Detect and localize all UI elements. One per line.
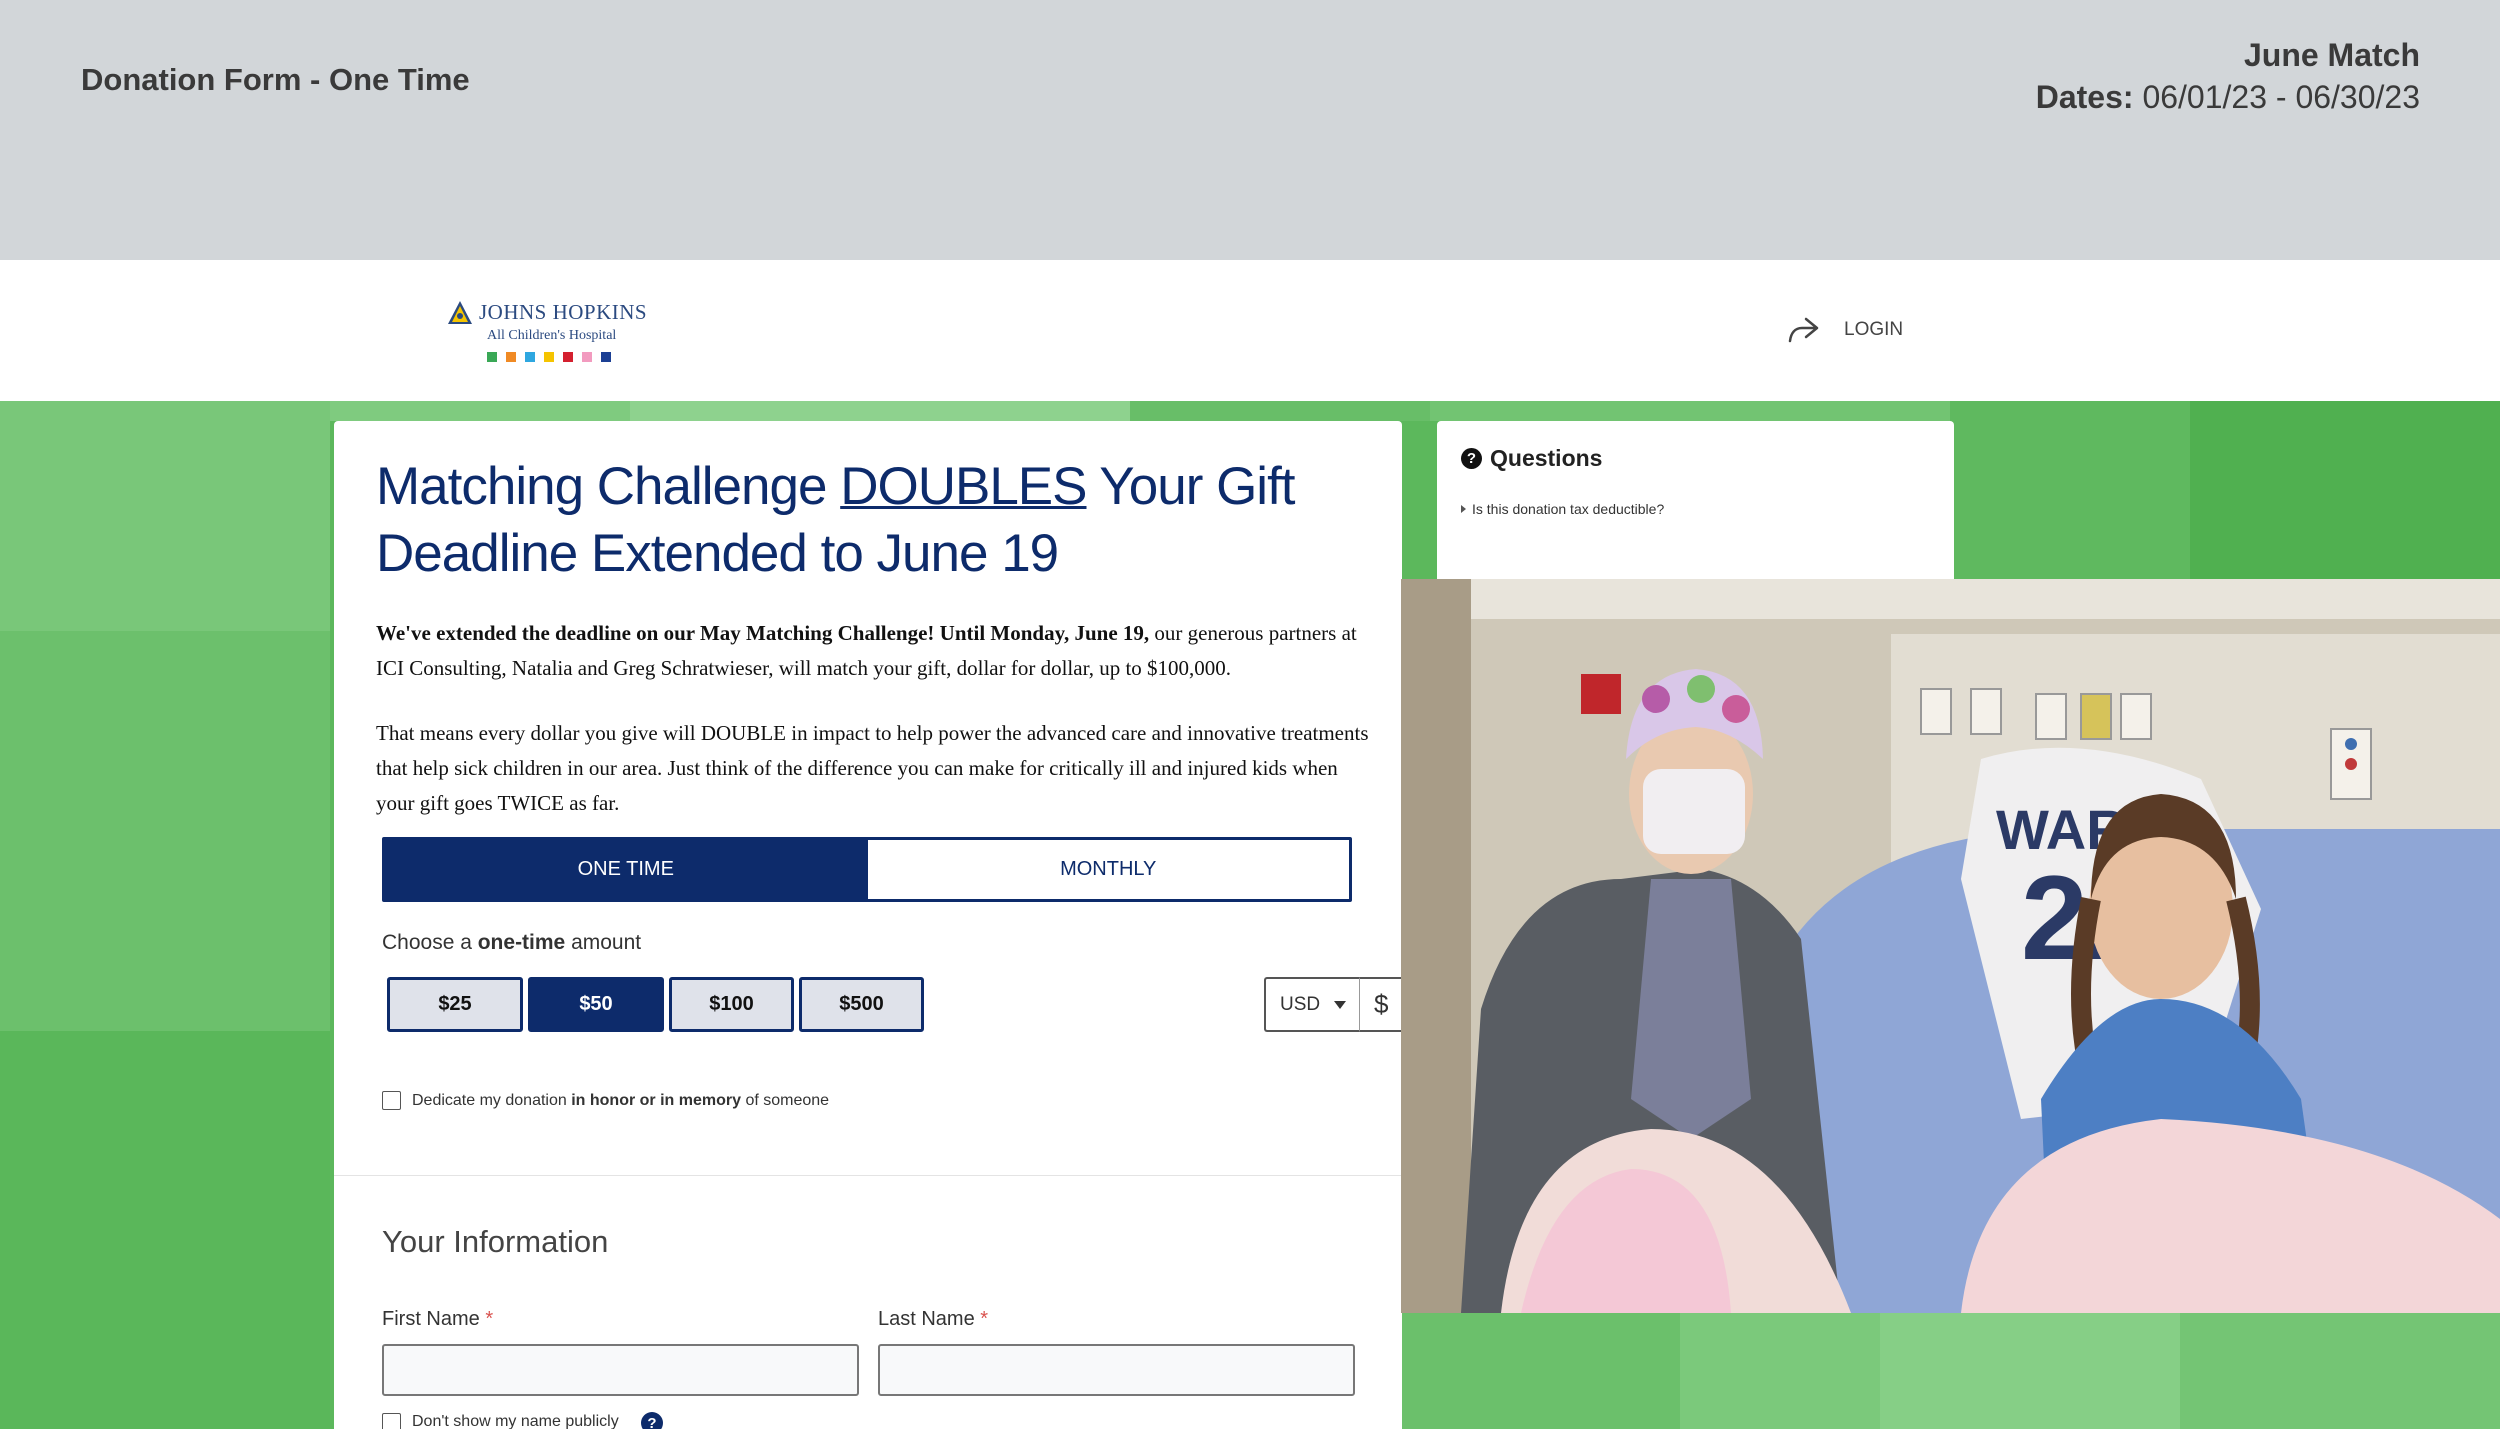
login-link[interactable]: LOGIN (1786, 315, 1903, 345)
headline-part2: Your Gift (1086, 457, 1295, 516)
hospital-logo[interactable]: JOHNS HOPKINS All Children's Hospital (447, 300, 647, 366)
logo-text-line1: JOHNS HOPKINS (479, 300, 648, 324)
share-arrow-icon (1788, 317, 1819, 343)
dates-label: Dates: (2035, 79, 2134, 115)
amount-25-button[interactable]: $25 (387, 977, 523, 1032)
headline-line2: Deadline Extended to June 19 (376, 524, 1059, 583)
first-name-label-text: First Name (382, 1308, 480, 1330)
help-icon[interactable]: ? (641, 1412, 663, 1429)
dates-value: 06/01/23 - 06/30/23 (2142, 79, 2420, 115)
donation-form-card: Matching Challenge DOUBLES Your Gift Dea… (334, 421, 1684, 1429)
headline-part1: Matching Challenge (376, 457, 841, 516)
logo-dot (525, 352, 535, 362)
form-title: Donation Form - One Time (81, 62, 470, 97)
page-banner: Donation Form - One Time June Match Date… (0, 0, 2500, 260)
amount-500-button[interactable]: $500 (799, 977, 924, 1032)
amount-prompt: Choose a one-time amount (382, 931, 641, 955)
frequency-toggle: ONE TIME MONTHLY (382, 837, 1352, 902)
required-marker: * (485, 1308, 494, 1330)
amount-100-button[interactable]: $100 (669, 977, 794, 1032)
impact-paragraph: That means every dollar you give will DO… (376, 721, 1369, 815)
anonymous-label: Don't show my name publicly (412, 1413, 619, 1429)
monthly-button[interactable]: MONTHLY (866, 840, 1349, 899)
section-divider (334, 1175, 1402, 1176)
logo-color-dots (487, 352, 611, 362)
campaign-info: June Match Dates: 06/01/23 - 06/30/23 (2036, 34, 2420, 118)
logo-text-line2: All Children's Hospital (487, 328, 617, 343)
dedicate-prefix: Dedicate my donation (412, 1092, 572, 1109)
logo-dot (506, 352, 516, 362)
campaign-dates: Dates: 06/01/23 - 06/30/23 (2036, 76, 2420, 118)
last-name-label: Last Name * (878, 1308, 988, 1331)
amount-prompt-suffix: amount (565, 931, 642, 954)
caret-right-icon (1461, 505, 1466, 513)
your-information-heading: Your Information (382, 1224, 609, 1259)
required-marker: * (980, 1308, 989, 1330)
dollar-sign-icon: $ (1374, 989, 1389, 1019)
one-time-button[interactable]: ONE TIME (385, 840, 867, 899)
faq-question: Is this donation tax deductible? (1472, 501, 1665, 517)
shield-emblem-icon (448, 301, 472, 324)
dedicate-bold: in honor or in memory (571, 1092, 741, 1109)
hero-photo: WARRI 22 (1401, 579, 2500, 1313)
caret-down-icon (1334, 1000, 1347, 1009)
questions-title: Questions (1490, 445, 1603, 471)
question-circle-icon: ? (1461, 448, 1482, 469)
logo-dot (544, 352, 554, 362)
dedicate-label: Dedicate my donation in honor or in memo… (412, 1091, 829, 1111)
logo-dot (582, 352, 592, 362)
intro-paragraph: We've extended the deadline on our May M… (376, 616, 1376, 686)
last-name-label-text: Last Name (878, 1308, 975, 1330)
logo-dot (563, 352, 573, 362)
questions-heading: ? Questions (1461, 445, 1602, 472)
first-name-field[interactable] (382, 1344, 859, 1396)
dedicate-checkbox[interactable] (382, 1091, 401, 1110)
site-header: JOHNS HOPKINS All Children's Hospital LO… (0, 260, 2500, 401)
first-name-label: First Name * (382, 1308, 493, 1331)
amount-prompt-prefix: Choose a (382, 931, 478, 954)
login-label: LOGIN (1844, 319, 1904, 340)
amount-50-button[interactable]: $50 (528, 977, 664, 1032)
photo-illustration: WARRI 22 (1401, 579, 2500, 1313)
amount-prompt-bold: one-time (477, 931, 566, 954)
currency-value: USD (1280, 993, 1321, 1015)
last-name-field[interactable] (878, 1344, 1355, 1396)
dedicate-suffix: of someone (741, 1092, 830, 1109)
headline: Matching Challenge DOUBLES Your Gift Dea… (376, 453, 1376, 587)
questions-card: ? Questions Is this donation tax deducti… (1437, 421, 1954, 591)
intro-bold: We've extended the deadline on our May M… (376, 621, 1150, 645)
anonymous-checkbox[interactable] (382, 1413, 401, 1429)
logo-dot (487, 352, 497, 362)
campaign-name: June Match (2243, 37, 2420, 73)
currency-select[interactable]: USD (1264, 977, 1360, 1032)
headline-doubles: DOUBLES (840, 457, 1087, 516)
faq-item[interactable]: Is this donation tax deductible? (1461, 501, 1664, 517)
logo-dot (601, 352, 611, 362)
